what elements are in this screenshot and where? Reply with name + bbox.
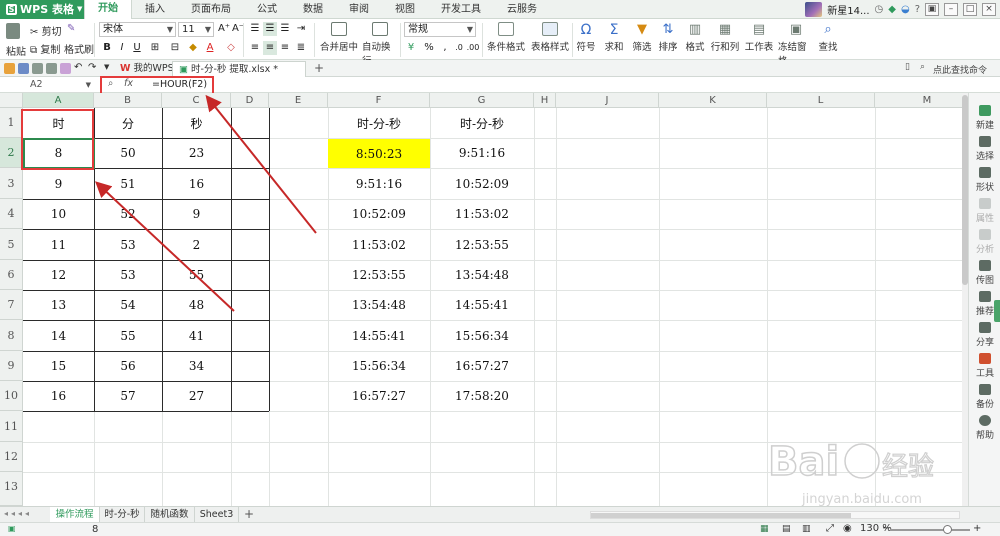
sidebar-item-select[interactable]: 选择: [969, 136, 1000, 162]
sidebar-item-analysis[interactable]: 分析: [969, 229, 1000, 255]
spreadsheet-window: S WPS 表格 ▼ 开始 插入 页面布局 公式 数据 审阅 视图 开发工具 云…: [0, 0, 1000, 536]
sheet-tab-bar: ◂◂◂◂ 操作流程 时-分-秒 随机函数 Sheet3 +: [0, 506, 1000, 522]
zoom-in-icon[interactable]: +: [973, 523, 981, 534]
new-icon: [979, 105, 991, 116]
lightbulb-icon: [979, 291, 991, 302]
sheet-tab-hms[interactable]: 时-分-秒: [100, 507, 145, 522]
scrollbar-thumb[interactable]: [591, 513, 851, 518]
toolbox-icon: [979, 353, 991, 364]
sidebar-label: 属性: [975, 214, 994, 224]
sheet-nav-arrows-icon[interactable]: ◂◂◂◂: [4, 509, 32, 518]
properties-icon: [979, 198, 991, 209]
sidebar-item-upload-image[interactable]: 传图: [969, 260, 1000, 286]
analysis-icon: [979, 229, 991, 240]
macro-icon[interactable]: ▣: [8, 524, 16, 533]
add-sheet-icon[interactable]: +: [244, 507, 254, 521]
status-value: 8: [92, 524, 99, 535]
sheet-tab-sheet3[interactable]: Sheet3: [195, 507, 239, 522]
zoom-slider-handle[interactable]: [943, 525, 952, 534]
sidebar-item-backup[interactable]: 备份: [969, 384, 1000, 410]
backup-icon: [979, 384, 991, 395]
sidebar-label: 推荐: [975, 307, 994, 317]
sidebar-label: 帮助: [975, 431, 994, 441]
normal-view-icon[interactable]: ▦: [760, 524, 769, 534]
sidebar-label: 备份: [975, 400, 994, 410]
reading-view-icon[interactable]: ▥: [802, 524, 811, 534]
sidebar-item-share[interactable]: 分享: [969, 322, 1000, 348]
share-icon: [979, 322, 991, 333]
horizontal-scrollbar[interactable]: [590, 511, 960, 519]
shape-icon: [979, 167, 991, 178]
image-icon: [979, 260, 991, 271]
sidebar-label: 新建: [975, 121, 994, 131]
sidebar-item-shape[interactable]: 形状: [969, 167, 1000, 193]
annotation-arrows: [95, 94, 317, 312]
sidebar-label: 分享: [975, 338, 994, 348]
cursor-icon: [979, 136, 991, 147]
sidebar-item-new[interactable]: 新建: [969, 105, 1000, 131]
sidebar-item-tools[interactable]: 工具: [969, 353, 1000, 379]
sidebar-label: 选择: [975, 152, 994, 162]
help-icon: [979, 415, 991, 426]
sidebar-item-help[interactable]: 帮助: [969, 415, 1000, 441]
status-bar: ▣ 8 ▦ ▤ ▥ ⤢ ◉ 130 % − +: [0, 522, 1000, 536]
arrow-to-cell: [95, 181, 235, 312]
sheet-tab-random[interactable]: 随机函数: [145, 507, 195, 522]
sidebar-label: 传图: [975, 276, 994, 286]
arrow-to-formula: [205, 94, 317, 234]
sheet-tab-process[interactable]: 操作流程: [50, 507, 100, 522]
sidebar-collapse-handle[interactable]: [994, 300, 1000, 322]
sidebar-label: 形状: [975, 183, 994, 193]
full-screen-icon[interactable]: ⤢: [826, 523, 834, 534]
sidebar-item-properties[interactable]: 属性: [969, 198, 1000, 224]
sidebar-label: 分析: [975, 245, 994, 255]
eye-icon[interactable]: ◉: [843, 523, 852, 534]
sidebar-label: 工具: [975, 369, 994, 379]
zoom-slider[interactable]: [890, 529, 970, 531]
page-break-view-icon[interactable]: ▤: [782, 524, 791, 534]
